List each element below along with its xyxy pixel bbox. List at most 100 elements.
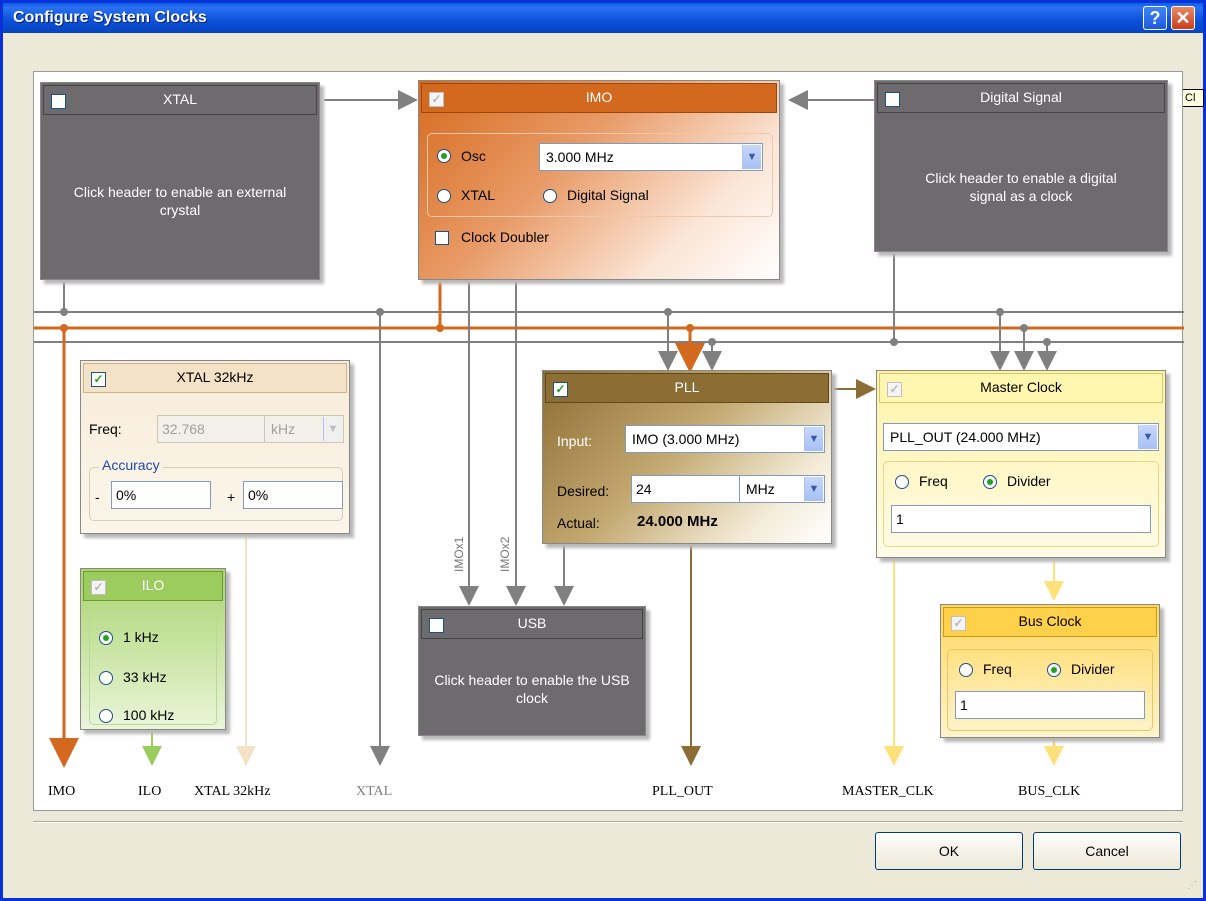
ilo-100khz-label: 100 kHz [123,707,175,723]
imo-block: ✓ IMO Osc 3.000 MHz ▼ XTAL Digital Signa… [418,80,780,280]
master-divider-label: Divider [1007,473,1051,489]
digital-signal-header[interactable]: Digital Signal [877,83,1165,113]
pll-title: PLL [674,379,700,395]
output-pll-out: PLL_OUT [652,784,713,799]
cancel-button[interactable]: Cancel [1033,832,1181,870]
ilo-block: ✓ ILO 1 kHz 33 kHz 100 kHz [80,568,226,730]
clock-doubler-checkbox[interactable] [435,231,449,245]
imo-digital-radio[interactable] [543,189,557,203]
pll-actual-label: Actual: [557,515,600,531]
pll-input-value: IMO (3.000 MHz) [632,431,740,447]
imo-digital-label: Digital Signal [567,187,649,203]
chevron-down-icon: ▼ [804,477,823,501]
pll-actual-value: 24.000 MHz [637,513,718,530]
master-freq-label: Freq [919,473,948,489]
xtal32-freq-label: Freq: [89,421,122,437]
output-xtal: XTAL [356,784,393,799]
ilo-33khz-radio[interactable] [99,671,113,685]
ilo-33khz-label: 33 kHz [123,669,167,685]
xtal-block: XTAL Click header to enable an external … [40,82,320,280]
bus-clock-block: ✓ Bus Clock Freq Divider 1 [940,604,1160,738]
usb-title: USB [517,615,547,631]
xtal32-freq-input[interactable]: 32.768 [157,415,265,443]
imo-osc-radio[interactable] [437,149,451,163]
dialog-window: Configure System Clocks ? ✕ Cl XTAL Clic… [0,0,1206,901]
imo-xtal-label: XTAL [461,187,495,203]
chevron-down-icon: ▼ [742,145,761,169]
pll-block: ✓ PLL Input: IMO (3.000 MHz) ▼ Desired: … [542,370,832,544]
bus-clock-header[interactable]: ✓ Bus Clock [943,607,1157,637]
ilo-1khz-label: 1 kHz [123,629,159,645]
chevron-down-icon: ▼ [804,427,823,451]
window-title: Configure System Clocks [13,9,207,26]
imo-x1-label: IMOx1 [452,536,466,572]
master-divider-radio[interactable] [983,475,997,489]
ilo-100khz-radio[interactable] [99,709,113,723]
bus-divider-radio[interactable] [1047,663,1061,677]
xtal-header[interactable]: XTAL [43,85,317,115]
usb-block: USB Click header to enable the USB clock [418,606,646,736]
output-bus-clk: BUS_CLK [1018,784,1081,799]
imo-header[interactable]: ✓ IMO [421,83,777,113]
pll-input-select[interactable]: IMO (3.000 MHz) ▼ [625,425,825,453]
clock-doubler-label: Clock Doubler [461,229,549,245]
pll-desired-unit-select[interactable]: MHz ▼ [739,475,825,503]
chevron-down-icon: ▼ [323,417,342,441]
master-divider-input[interactable]: 1 [891,505,1151,533]
xtal-title: XTAL [163,91,197,107]
close-button[interactable]: ✕ [1171,6,1195,30]
xtal32-header[interactable]: ✓ XTAL 32kHz [83,363,347,393]
bus-divider-label: Divider [1071,661,1115,677]
accuracy-plus-input[interactable]: 0% [243,481,343,509]
xtal32-block: ✓ XTAL 32kHz Freq: 32.768 kHz ▼ Accuracy… [80,360,350,534]
pll-header[interactable]: ✓ PLL [545,373,829,403]
pll-desired-label: Desired: [557,483,610,499]
ok-button[interactable]: OK [875,832,1023,870]
accuracy-minus-input[interactable]: 0% [111,481,211,509]
pll-desired-input[interactable]: 24 [631,475,741,503]
chevron-down-icon: ▼ [1138,425,1157,449]
imo-x2-label: IMOx2 [498,536,512,572]
bus-freq-label: Freq [983,661,1012,677]
pll-input-label: Input: [557,433,593,449]
clock-diagram-canvas: XTAL Click header to enable an external … [33,71,1184,811]
ilo-header[interactable]: ✓ ILO [83,571,223,601]
bus-divider-input[interactable]: 1 [955,691,1145,719]
bus-freq-radio[interactable] [959,663,973,677]
title-bar: Configure System Clocks ? ✕ [3,3,1203,33]
accuracy-label: Accuracy [99,457,163,473]
imo-freq-value: 3.000 MHz [546,149,614,165]
imo-osc-label: Osc [461,148,486,164]
accuracy-plus-sign: + [227,489,236,505]
output-imo: IMO [48,784,76,799]
ilo-title: ILO [141,577,165,593]
output-xtal32: XTAL 32kHz [194,784,271,799]
tooltip-fragment: Cl [1182,89,1204,107]
master-freq-radio[interactable] [895,475,909,489]
xtal32-unit-select[interactable]: kHz ▼ [264,415,344,443]
usb-header[interactable]: USB [421,609,643,639]
digital-signal-block: Digital Signal Click header to enable a … [874,80,1168,252]
accuracy-minus-sign: - [95,489,100,505]
xtal32-unit-value: kHz [271,421,296,437]
xtal-message: Click header to enable an external cryst… [73,184,287,218]
output-ilo: ILO [138,784,162,799]
digital-signal-message: Click header to enable a digital signal … [925,170,1117,204]
master-clock-block: ✓ Master Clock PLL_OUT (24.000 MHz) ▼ Fr… [876,370,1166,558]
ilo-1khz-radio[interactable] [99,631,113,645]
divider [33,821,1183,823]
xtal32-title: XTAL 32kHz [176,369,254,385]
imo-title: IMO [585,89,613,105]
master-clock-source-select[interactable]: PLL_OUT (24.000 MHz) ▼ [883,423,1159,451]
bus-clock-title: Bus Clock [1018,613,1082,629]
resize-grip-icon[interactable]: ⋰ [1187,881,1199,893]
pll-desired-unit-value: MHz [746,481,775,497]
output-master-clk: MASTER_CLK [842,784,934,799]
imo-xtal-radio[interactable] [437,189,451,203]
digital-signal-title: Digital Signal [980,89,1062,105]
master-clock-header[interactable]: ✓ Master Clock [879,373,1163,403]
master-clock-source-value: PLL_OUT (24.000 MHz) [890,429,1041,445]
usb-message: Click header to enable the USB clock [434,672,630,706]
help-button[interactable]: ? [1143,6,1167,30]
imo-freq-select[interactable]: 3.000 MHz ▼ [539,143,763,171]
